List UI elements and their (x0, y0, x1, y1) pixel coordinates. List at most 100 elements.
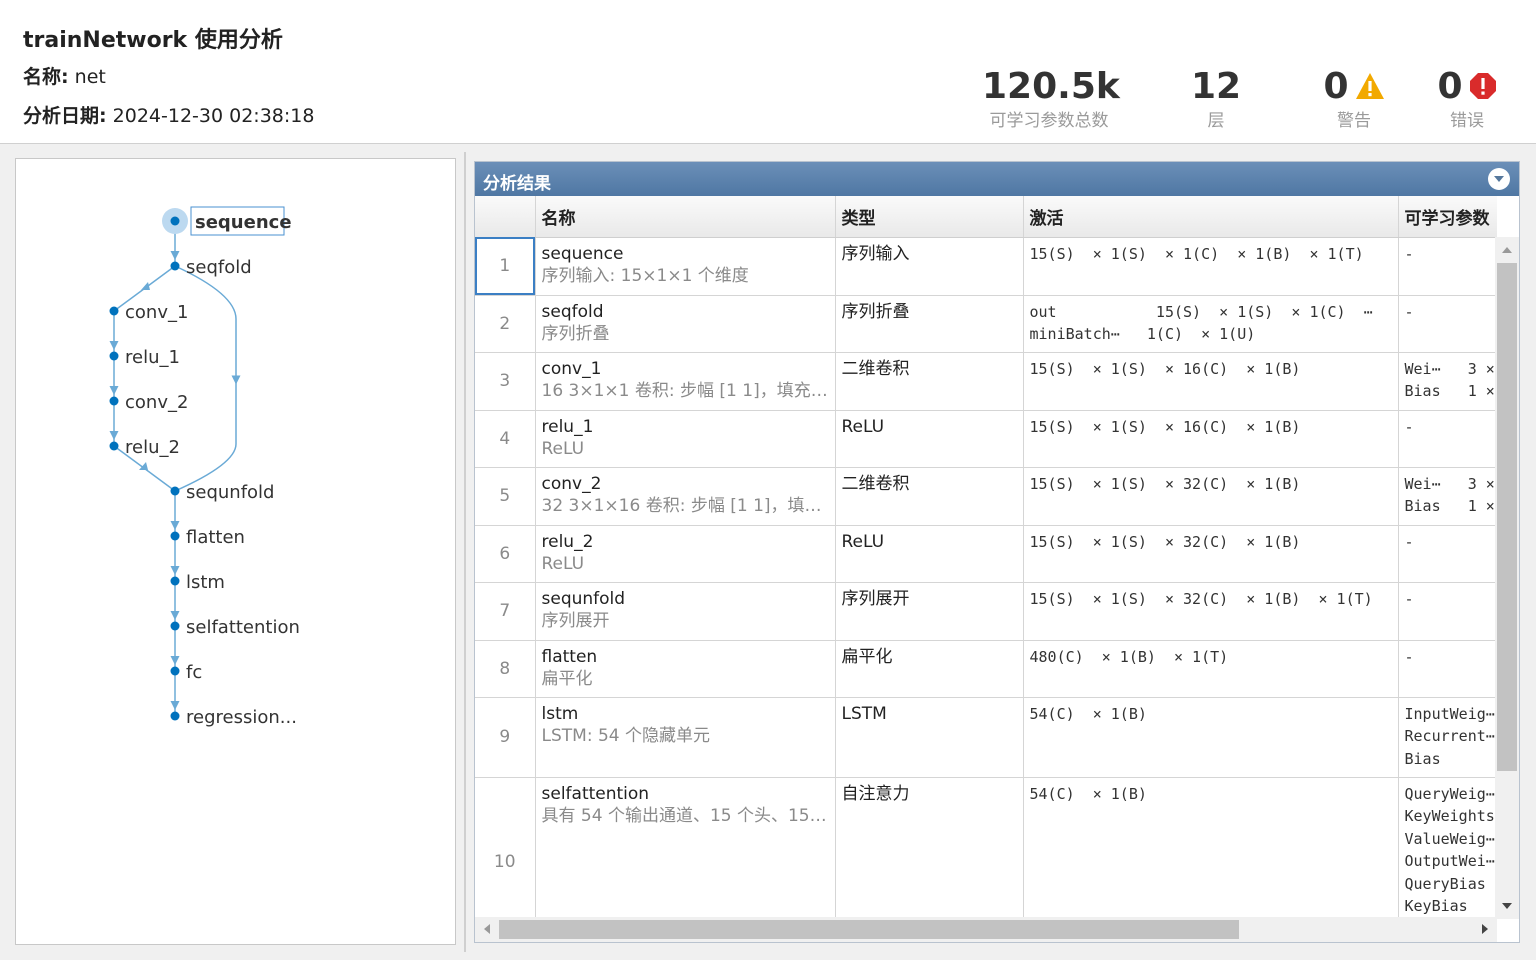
date-value: 2024-12-30 02:38:18 (112, 105, 315, 127)
scroll-up-icon[interactable] (1502, 247, 1512, 253)
row-index: 8 (475, 640, 536, 698)
vertical-scrollbar[interactable] (1495, 237, 1519, 919)
graph-node-dot[interactable] (109, 396, 119, 406)
layer-name-cell: relu_1 ReLU (535, 410, 836, 468)
layer-description: LSTM: 54 个隐藏单元 (541, 725, 710, 746)
column-header-learnables[interactable]: 可学习参数 (1398, 196, 1497, 238)
graph-node-label[interactable]: relu_1 (125, 347, 180, 368)
graph-node-label[interactable]: flatten (186, 527, 245, 548)
layer-graph[interactable]: sequence seqfold conv_1 relu_1 conv_2 relu_2s… (16, 159, 455, 944)
graph-node-regression[interactable]: regression... (170, 707, 297, 728)
learnables-cell: - (1398, 640, 1497, 698)
horizontal-scrollbar[interactable] (475, 917, 1497, 942)
graph-node-dot[interactable] (170, 621, 180, 631)
graph-node-dot[interactable] (109, 351, 119, 361)
graph-node-dot[interactable] (170, 666, 180, 676)
learnables-value: - (1404, 302, 1414, 321)
table-row[interactable]: 4 relu_1 ReLU ReLU 15(S) × 1(S) × 16(C) × 1(… (475, 410, 1497, 468)
table-row[interactable]: 1 sequence 序列输入: 15×1×1 个维度 序列输入 15(S) × 1(S… (475, 237, 1497, 296)
scroll-down-icon[interactable] (1502, 903, 1512, 909)
analysis-date: 分析日期: 2024-12-30 02:38:18 (23, 101, 314, 128)
panel-splitter[interactable] (464, 152, 466, 952)
column-header-name[interactable]: 名称 (535, 196, 836, 238)
graph-node-relu_1[interactable]: relu_1 (109, 347, 180, 368)
activations-value: 15(S) × 1(S) × 16(C) × 1(B) (1029, 359, 1301, 378)
stat-errors[interactable]: 0 错误 (1430, 66, 1504, 131)
graph-node-label[interactable]: conv_2 (125, 392, 188, 413)
graph-node-seqfold[interactable]: seqfold (170, 257, 252, 278)
graph-node-dot[interactable] (170, 711, 180, 721)
graph-node-sequnfold[interactable]: sequnfold (170, 482, 275, 503)
table-row[interactable]: 3 conv_1 16 3×1×1 卷积: 步幅 [1 1]，填充 's... 二维卷… (475, 352, 1497, 411)
graph-node-dot[interactable] (170, 486, 180, 496)
table-row[interactable]: 6 relu_2 ReLU ReLU 15(S) × 1(S) × 32(C) × 1(… (475, 525, 1497, 583)
graph-node-relu_2[interactable]: relu_2 (109, 437, 180, 458)
collapse-icon[interactable] (1488, 168, 1510, 190)
stat-warnings[interactable]: 0 警告 (1316, 66, 1392, 131)
layer-name-cell: conv_2 32 3×1×16 卷积: 步幅 [1 1]，填充 ... (535, 467, 836, 526)
graph-node-label[interactable]: regression... (186, 707, 297, 728)
graph-node-label[interactable]: sequnfold (186, 482, 274, 503)
table-row[interactable]: 5 conv_2 32 3×1×16 卷积: 步幅 [1 1]，填充 ... 二维卷积… (475, 467, 1497, 526)
edge-arrow (109, 341, 119, 350)
scroll-right-icon[interactable] (1482, 924, 1488, 934)
activations-value: 54(C) × 1(B) (1029, 704, 1147, 723)
graph-node-dot[interactable] (109, 306, 119, 316)
learnables-value: - (1404, 417, 1414, 436)
graph-node-label[interactable]: sequence (195, 212, 292, 233)
table-row[interactable]: 9 lstm LSTM: 54 个隐藏单元 LSTM 54(C) × 1(B) Input… (475, 697, 1497, 778)
graph-edge (174, 265, 237, 492)
learnables-cell: - (1398, 295, 1497, 353)
activations-cell: 15(S) × 1(S) × 32(C) × 1(B) × 1(T) (1023, 582, 1399, 641)
learnables-cell: - (1398, 410, 1497, 468)
table-row[interactable]: 7 sequnfold 序列展开 序列展开 15(S) × 1(S) × 32(C) ×… (475, 582, 1497, 641)
graph-node-lstm[interactable]: lstm (170, 572, 225, 593)
graph-node-label[interactable]: lstm (186, 572, 225, 593)
activations-value: 15(S) × 1(S) × 32(C) × 1(B) × 1(T) (1029, 589, 1373, 608)
analysis-results-panel: 分析结果 名称 类型 激活 可学习参数 1 sequence 序列输入: 15×1×… (474, 161, 1520, 943)
horizontal-scroll-thumb[interactable] (499, 920, 1239, 939)
graph-node-dot[interactable] (170, 576, 180, 586)
learnables-value: - (1404, 244, 1414, 263)
graph-node-dot[interactable] (170, 261, 180, 271)
column-header-index[interactable] (475, 196, 536, 238)
graph-node-selfattention[interactable]: selfattention (170, 617, 300, 638)
vertical-scroll-thumb[interactable] (1497, 263, 1517, 771)
table-row[interactable]: 2 seqfold 序列折叠 序列折叠 out 15(S) × 1(S) × 1(C) … (475, 295, 1497, 353)
column-header-type[interactable]: 类型 (835, 196, 1024, 238)
layer-name: seqfold (541, 301, 604, 322)
column-header-activations[interactable]: 激活 (1023, 196, 1399, 238)
graph-node-flatten[interactable]: flatten (170, 527, 245, 548)
layer-graph-panel[interactable]: sequence seqfold conv_1 relu_1 conv_2 relu_2s… (15, 158, 456, 945)
graph-node-label[interactable]: fc (186, 662, 202, 683)
error-icon (1469, 72, 1497, 104)
table-row[interactable]: 8 flatten 扁平化 扁平化 480(C) × 1(B) × 1(T) - (475, 640, 1497, 698)
graph-node-dot[interactable] (109, 441, 119, 451)
layer-type: 序列展开 (841, 588, 910, 609)
network-name: 名称: net (23, 62, 106, 89)
row-index: 9 (475, 697, 536, 778)
graph-node-label[interactable]: relu_2 (125, 437, 180, 458)
warning-icon (1355, 72, 1385, 104)
activations-cell: 54(C) × 1(B) (1023, 697, 1399, 778)
activations-cell: out 15(S) × 1(S) × 1(C) ⋯ miniBatch⋯ 1(C… (1023, 295, 1399, 353)
layer-name-cell: sequence 序列输入: 15×1×1 个维度 (535, 237, 836, 296)
activations-cell: 15(S) × 1(S) × 16(C) × 1(B) (1023, 352, 1399, 411)
activations-cell: 54(C) × 1(B) (1023, 777, 1399, 919)
graph-node-label[interactable]: conv_1 (125, 302, 188, 323)
graph-node-dot[interactable] (170, 531, 180, 541)
graph-node-conv_2[interactable]: conv_2 (109, 392, 189, 413)
learnables-value: Wei⋯ 3 × Bias 1 × (1404, 359, 1495, 401)
layer-type: 二维卷积 (841, 358, 910, 379)
graph-node-label[interactable]: selfattention (186, 617, 300, 638)
graph-node-dot[interactable] (170, 216, 180, 226)
layer-type-cell: 序列折叠 (835, 295, 1024, 353)
stat-value: 0 (1323, 66, 1349, 107)
graph-node-label[interactable]: seqfold (186, 257, 252, 278)
graph-node-sequence[interactable]: sequence (162, 206, 292, 236)
layer-description: ReLU (541, 553, 585, 574)
layer-type: ReLU (841, 531, 885, 552)
table-row[interactable]: 10 selfattention 具有 54 个输出通道、15 个头、15 ... 自… (475, 777, 1497, 919)
edge-arrow (231, 375, 241, 385)
scroll-left-icon[interactable] (484, 924, 490, 934)
